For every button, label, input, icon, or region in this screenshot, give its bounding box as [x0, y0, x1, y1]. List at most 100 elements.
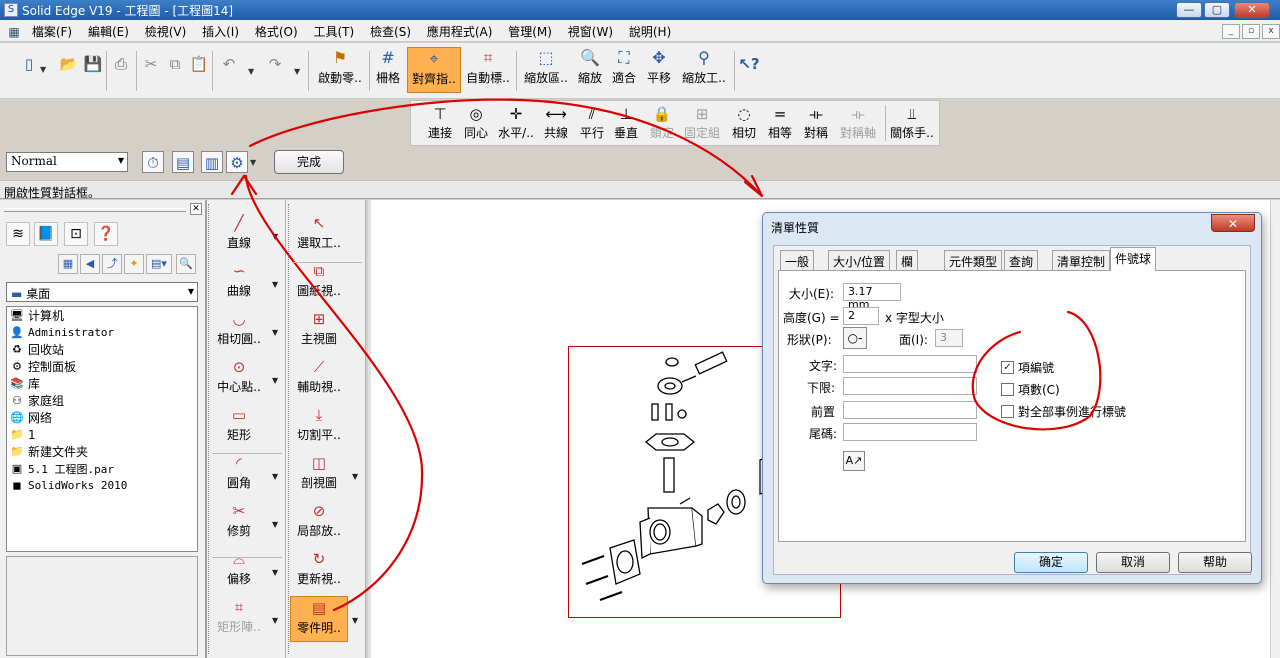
start-part-button[interactable]: ⚑ 啟動零..	[312, 47, 368, 93]
chevron-down-icon[interactable]: ▼	[250, 158, 256, 167]
views-menu-icon[interactable]: ▤▾	[146, 254, 172, 274]
chevron-down-icon[interactable]: ▼	[272, 520, 278, 529]
up-folder-icon[interactable]: ⤴	[102, 254, 122, 274]
parallel-button[interactable]: ⫽ 平行	[573, 104, 611, 144]
solid-edge-app-icon[interactable]: S	[4, 3, 18, 17]
view-icon[interactable]: ▦	[58, 254, 78, 274]
insert-property-text-icon[interactable]: A↗	[843, 451, 865, 471]
tab-columns[interactable]: 欄	[896, 250, 919, 270]
library-item[interactable]: ⚇ 家庭组	[7, 392, 197, 409]
select-tool-button[interactable]: ↖ 選取工..	[290, 212, 348, 258]
chevron-down-icon[interactable]: ▼	[272, 568, 278, 577]
back-icon[interactable]: ◀	[80, 254, 100, 274]
symmetric-button[interactable]: ⟛ 對稱	[797, 104, 835, 144]
parts-list-button[interactable]: ▤ 零件明..	[290, 596, 348, 642]
tab-general[interactable]: 一般	[780, 250, 815, 270]
curve-button[interactable]: ∽ 曲線	[210, 260, 268, 306]
library-item[interactable]: ⚙ 控制面板	[7, 358, 197, 375]
sides-input[interactable]: 3	[935, 329, 963, 347]
minimize-button[interactable]: —	[1176, 2, 1202, 18]
close-button[interactable]: ✕	[1234, 2, 1270, 18]
rigid-set-button[interactable]: ⊞ 固定組	[683, 104, 721, 144]
tangent-arc-button[interactable]: ◡ 相切圓..	[210, 308, 268, 354]
vertical-scrollbar[interactable]	[1270, 200, 1280, 658]
exploded-valve-drawing[interactable]	[570, 348, 770, 616]
line-button[interactable]: ╱ 直線	[210, 212, 268, 258]
library-item[interactable]: 🌐 网络	[7, 409, 197, 426]
redo-icon[interactable]: ↷	[264, 53, 286, 75]
tab-component-type[interactable]: 元件類型	[944, 250, 1003, 270]
pane-grip[interactable]	[4, 208, 186, 212]
auto-dimension-button[interactable]: ⌗ 自動標..	[461, 47, 515, 93]
tangent-button[interactable]: ◌ 相切	[725, 104, 763, 144]
update-views-button[interactable]: ↻ 更新視..	[290, 548, 348, 594]
zoom-area-button[interactable]: ⬚ 縮放區..	[518, 47, 574, 93]
center-point-circle-button[interactable]: ⊙ 中心點..	[210, 356, 268, 402]
menu-manage[interactable]: 管理(M)	[502, 20, 558, 40]
concentric-button[interactable]: ◎ 同心	[457, 104, 495, 144]
library-tab-icon[interactable]: 📘	[34, 222, 58, 246]
chevron-down-icon[interactable]: ▼	[272, 616, 278, 625]
symmetry-axis-button[interactable]: ⟛ 對稱軸	[835, 104, 881, 144]
trim-button[interactable]: ✂ 修剪	[210, 500, 268, 546]
rectangle-button[interactable]: ▭ 矩形	[210, 404, 268, 450]
size-input[interactable]: 3.17 mm	[843, 283, 901, 311]
pan-button[interactable]: ✥ 平移	[640, 47, 678, 93]
menu-view[interactable]: 檢視(V)	[139, 20, 193, 40]
menu-format[interactable]: 格式(O)	[249, 20, 304, 40]
dialog-close-button[interactable]: ✕	[1211, 214, 1255, 232]
search-icon[interactable]: 🔍	[176, 254, 196, 274]
tab-query[interactable]: 查詢	[1004, 250, 1039, 270]
features-tab-icon[interactable]: ⊡	[64, 222, 88, 246]
chevron-down-icon[interactable]: ▼	[272, 472, 278, 481]
zoom-tool-button[interactable]: ⚲ 縮放工..	[676, 47, 732, 93]
menu-edit[interactable]: 編輯(E)	[82, 20, 135, 40]
prefix-input[interactable]	[843, 401, 977, 419]
finish-button[interactable]: 完成	[274, 150, 344, 174]
menu-applications[interactable]: 應用程式(A)	[421, 20, 499, 40]
chevron-down-icon[interactable]: ▼	[40, 65, 46, 74]
auxiliary-view-button[interactable]: ⟋ 輔助視..	[290, 356, 348, 402]
new-document-icon[interactable]: ▯	[18, 53, 40, 75]
undo-icon[interactable]: ↶	[218, 53, 240, 75]
chevron-down-icon[interactable]: ▼	[248, 67, 254, 76]
intellisketch-button[interactable]: ⌖ 對齊指..	[407, 47, 461, 93]
tab-list-control[interactable]: 清單控制	[1052, 250, 1111, 270]
offset-button[interactable]: ⌓ 偏移	[210, 548, 268, 594]
whats-this-help-icon[interactable]: ↖?	[738, 53, 760, 75]
help-button[interactable]: 帮助	[1178, 552, 1252, 573]
balloon-shape-icon[interactable]: ○-	[843, 327, 867, 349]
mdi-close-button[interactable]: x	[1262, 24, 1280, 39]
library-item[interactable]: ◼ SolidWorks 2010	[7, 477, 197, 494]
equal-button[interactable]: = 相等	[761, 104, 799, 144]
document-menu-icon[interactable]: ▦	[6, 25, 22, 39]
relationship-handles-button[interactable]: ⫫ 關係手..	[889, 104, 935, 144]
maximize-button[interactable]: ▢	[1204, 2, 1230, 18]
suffix-input[interactable]	[843, 423, 977, 441]
cancel-button[interactable]: 取消	[1096, 552, 1170, 573]
lower-input[interactable]	[843, 377, 977, 395]
detail-view-button[interactable]: ⊘ 局部放..	[290, 500, 348, 546]
height-input[interactable]: 2	[843, 307, 879, 325]
horizontal-vertical-button[interactable]: ✛ 水平/..	[497, 104, 535, 144]
pane-close-icon[interactable]: ✕	[190, 203, 202, 215]
chevron-down-icon[interactable]: ▼	[352, 616, 358, 625]
number-all-occurrences-checkbox[interactable]: 對全部事例進行標號	[1001, 403, 1126, 420]
section-view-button[interactable]: ◫ 剖視圖	[290, 452, 348, 498]
layers-tab-icon[interactable]: ≋	[6, 222, 30, 246]
chevron-down-icon[interactable]: ▼	[352, 472, 358, 481]
mdi-minimize-button[interactable]: _	[1222, 24, 1240, 39]
library-item[interactable]: ▣ 5.1 工程图.par	[7, 460, 197, 477]
connect-button[interactable]: ⊤ 連接	[421, 104, 459, 144]
cutting-plane-button[interactable]: ⤓ 切割平..	[290, 404, 348, 450]
help-tab-icon[interactable]: ❓	[94, 222, 118, 246]
item-count-checkbox[interactable]: 項數(C)	[1001, 381, 1060, 398]
ok-button[interactable]: 确定	[1014, 552, 1088, 573]
drawing-view-button[interactable]: ⧉ 圖紙視..	[290, 260, 348, 306]
chevron-down-icon[interactable]: ▼	[272, 328, 278, 337]
menu-file[interactable]: 檔案(F)	[26, 20, 78, 40]
menu-help[interactable]: 說明(H)	[623, 20, 677, 40]
mdi-restore-button[interactable]: ▫	[1242, 24, 1260, 39]
chevron-down-icon[interactable]: ▼	[272, 232, 278, 241]
library-item[interactable]: 📚 库	[7, 375, 197, 392]
